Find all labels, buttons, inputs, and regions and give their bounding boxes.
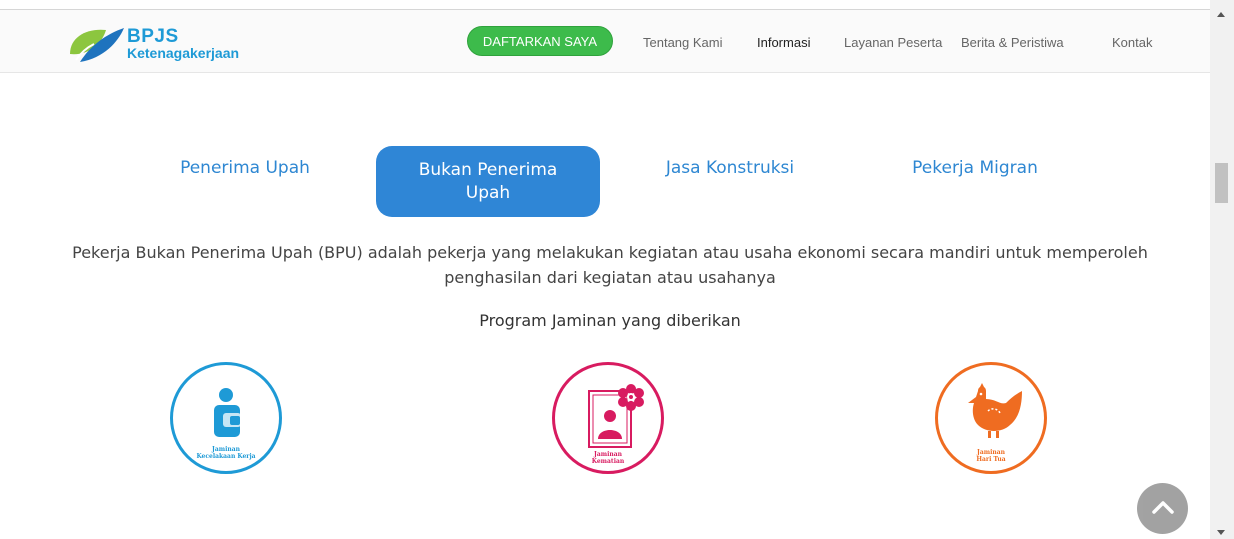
tab-jasa-konstruksi[interactable]: Jasa Konstruksi bbox=[640, 157, 820, 180]
nav-berita-peristiwa[interactable]: Berita & Peristiwa bbox=[961, 35, 1064, 50]
tab-pekerja-migran[interactable]: Pekerja Migran bbox=[885, 157, 1065, 180]
chevron-up-icon bbox=[1152, 501, 1174, 514]
program-jht-label: Jaminan Hari Tua bbox=[976, 449, 1006, 463]
scroll-up-arrow-icon[interactable] bbox=[1217, 12, 1225, 17]
brand-subtitle: Ketenagakerjaan bbox=[127, 45, 240, 61]
program-jkk[interactable]: Jaminan Kecelakaan Kerja bbox=[170, 362, 282, 474]
register-button[interactable]: DAFTARKAN SAYA bbox=[467, 26, 613, 56]
program-jkm-label: Jaminan Kematian bbox=[591, 451, 625, 465]
nav-tentang-kami[interactable]: Tentang Kami bbox=[643, 35, 723, 50]
program-jkk-label: Jaminan Kecelakaan Kerja bbox=[196, 446, 256, 460]
program-jht[interactable]: Jaminan Hari Tua bbox=[935, 362, 1047, 474]
program-jkm[interactable]: Jaminan Kematian bbox=[552, 362, 664, 474]
nav-informasi[interactable]: Informasi bbox=[757, 35, 810, 50]
logo-leaf-icon bbox=[70, 28, 124, 62]
programs-heading: Program Jaminan yang diberikan bbox=[479, 311, 741, 330]
browser-top-edge bbox=[0, 0, 1210, 10]
nav-layanan-peserta[interactable]: Layanan Peserta bbox=[844, 35, 942, 50]
worker-injury-icon bbox=[214, 388, 241, 437]
back-to-top-button[interactable] bbox=[1137, 483, 1188, 534]
nav-kontak[interactable]: Kontak bbox=[1112, 35, 1152, 50]
scroll-down-arrow-icon[interactable] bbox=[1217, 530, 1225, 535]
page-scrollbar[interactable] bbox=[1210, 0, 1234, 539]
tab-bukan-penerima-upah[interactable]: Bukan Penerima Upah bbox=[376, 146, 600, 217]
tab-penerima-upah[interactable]: Penerima Upah bbox=[160, 157, 330, 180]
death-benefit-icon bbox=[588, 384, 644, 448]
brand-logo[interactable]: BPJS Ketenagakerjaan bbox=[66, 24, 266, 64]
scroll-thumb[interactable] bbox=[1215, 163, 1228, 203]
site-header: BPJS Ketenagakerjaan DAFTARKAN SAYA Tent… bbox=[0, 10, 1210, 73]
bpu-description: Pekerja Bukan Penerima Upah (BPU) adalah… bbox=[72, 243, 1148, 287]
hen-icon bbox=[968, 383, 1022, 438]
